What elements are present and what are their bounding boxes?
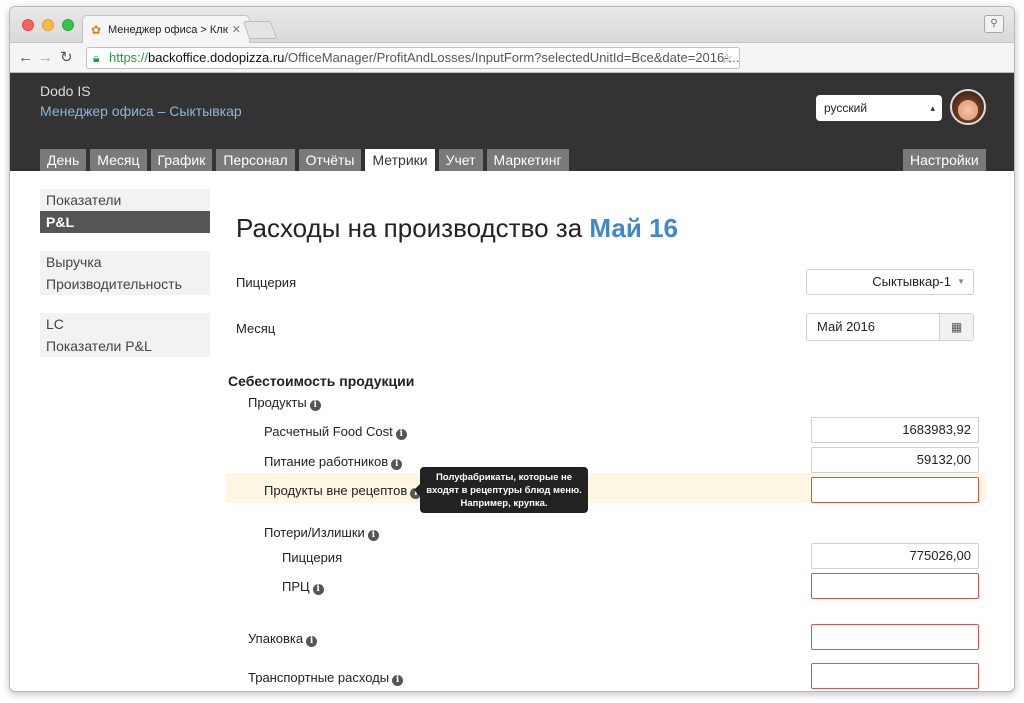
packaging-input[interactable] xyxy=(811,624,979,650)
info-icon[interactable]: i xyxy=(312,584,324,595)
url-scheme: https:// xyxy=(109,50,149,65)
prc-label-text: ПРЦ xyxy=(282,579,310,594)
nav-tab-marketing[interactable]: Маркетинг xyxy=(486,149,569,171)
nav-tab-metrics[interactable]: Метрики xyxy=(365,149,435,173)
minimize-window-button[interactable] xyxy=(42,19,54,31)
nav-tab-reports[interactable]: Отчёты xyxy=(298,149,362,171)
address-toolbar: ← → ↻ 🔒︎ https://backoffice.dodopizza.ru… xyxy=(10,43,1014,73)
nav-tab-schedule[interactable]: График xyxy=(150,149,213,171)
prc-label: ПРЦ i xyxy=(282,579,324,595)
losses-group-label: Потери/Излишки i xyxy=(264,525,379,541)
month-date-input[interactable]: Май 2016 ▦ xyxy=(806,313,974,341)
user-avatar[interactable] xyxy=(950,89,986,125)
products-group-label: Продукты i xyxy=(248,395,321,411)
close-tab-icon[interactable]: ✕ xyxy=(232,23,241,36)
transport-label: Транспортные расходы i xyxy=(248,670,404,686)
losses-label: Потери/Излишки xyxy=(264,525,365,540)
month-label: Месяц xyxy=(236,321,276,336)
bookmark-star-icon[interactable]: ☆ xyxy=(720,48,733,68)
off-recipe-label-text: Продукты вне рецептов xyxy=(264,483,408,498)
forward-arrow-icon[interactable]: → xyxy=(38,49,53,67)
sidebar-group: Показатели P&L xyxy=(40,189,210,233)
nav-tab-day[interactable]: День xyxy=(40,149,87,171)
calendar-icon[interactable]: ▦ xyxy=(939,314,973,340)
transport-label-text: Транспортные расходы xyxy=(248,670,390,685)
sidebar-item-indicators[interactable]: Показатели xyxy=(40,189,210,211)
sidebar-item-lc[interactable]: LC xyxy=(40,313,210,335)
language-select[interactable]: русский ▴ ▾ xyxy=(816,95,942,139)
food-cost-label-text: Расчетный Food Cost xyxy=(264,424,393,439)
staff-meals-input[interactable]: 59132,00 xyxy=(811,447,979,473)
pizzeria-loss-label: Пиццерия xyxy=(282,550,343,565)
page-title: Расходы на производство за Май 16 xyxy=(236,213,678,244)
sidebar-item-pnl[interactable]: P&L xyxy=(40,211,210,233)
nav-tab-staff[interactable]: Персонал xyxy=(216,149,295,171)
page-title-period[interactable]: Май 16 xyxy=(589,213,678,243)
tooltip-line: Полуфабрикаты, которые не xyxy=(435,472,573,483)
section-title: Себестоимость продукции xyxy=(228,373,415,389)
info-icon[interactable]: i xyxy=(391,459,403,470)
products-label: Продукты xyxy=(248,395,307,410)
app-subtitle-link[interactable]: Менеджер офиса – Сыктывкар xyxy=(40,103,242,119)
info-icon[interactable]: i xyxy=(395,429,407,440)
sidebar-group: Выручка Производительность xyxy=(40,251,210,295)
user-profile-icon[interactable]: ⚲ xyxy=(984,15,1004,33)
info-icon[interactable]: i xyxy=(367,530,379,541)
off-recipe-input[interactable] xyxy=(811,477,979,503)
browser-tab-title: Менеджер офиса > Ключе xyxy=(108,23,228,36)
close-window-button[interactable] xyxy=(22,19,34,31)
url-domain: backoffice.dodopizza.ru xyxy=(148,50,285,65)
pizzeria-label: Пиццерия xyxy=(236,275,297,290)
off-recipe-label: Продукты вне рецептовi xyxy=(264,483,422,499)
sidebar-item-productivity[interactable]: Производительность xyxy=(40,273,210,295)
sidebar-group: LC Показатели P&L xyxy=(40,313,210,357)
select-arrows-icon: ▴ ▾ xyxy=(930,103,935,139)
info-tooltip: Полуфабрикаты, которые не входят в рецеп… xyxy=(414,467,588,513)
info-icon[interactable]: i xyxy=(309,400,321,411)
url-bar[interactable]: 🔒︎ https://backoffice.dodopizza.ru/Offic… xyxy=(86,47,740,69)
nav-tab-settings[interactable]: Настройки xyxy=(903,149,986,171)
tooltip-line: Например, крупка. xyxy=(460,498,548,509)
month-date-value: Май 2016 xyxy=(817,319,875,334)
staff-meals-label-text: Питание работников xyxy=(264,454,389,469)
url-path: /OfficeManager/ProfitAndLosses/InputForm… xyxy=(284,50,740,65)
info-icon[interactable]: i xyxy=(306,636,318,647)
info-icon[interactable]: i xyxy=(392,675,404,686)
pizzeria-select[interactable]: Сыктывкар-1 ▼ xyxy=(806,269,974,295)
reload-icon[interactable]: ↻ xyxy=(60,49,73,67)
sidebar: Показатели P&L Выручка Производительност… xyxy=(40,189,210,375)
main-content: Расходы на производство за Май 16 Пиццер… xyxy=(226,171,986,691)
new-tab-button[interactable] xyxy=(242,21,278,39)
tooltip-line: входят в рецептуры блюд меню. xyxy=(426,485,582,496)
staff-meals-label: Питание работников i xyxy=(264,454,403,470)
sidebar-item-revenue[interactable]: Выручка xyxy=(40,251,210,273)
pizzeria-loss-input[interactable]: 775026,00 xyxy=(811,543,979,569)
browser-window: ✿ Менеджер офиса > Ключе ✕ ⚲ ← → ↻ 🔒︎ ht… xyxy=(9,6,1015,692)
nav-tab-accounting[interactable]: Учет xyxy=(438,149,483,171)
packaging-label: Упаковка i xyxy=(248,631,318,647)
main-nav: День Месяц График Персонал Отчёты Метрик… xyxy=(40,149,573,173)
browser-tab-bar: ✿ Менеджер офиса > Ключе ✕ ⚲ xyxy=(10,7,1014,43)
lock-icon: 🔒︎ xyxy=(93,51,100,65)
packaging-label-text: Упаковка xyxy=(248,631,304,646)
nav-tab-month[interactable]: Месяц xyxy=(90,149,147,171)
prc-input[interactable] xyxy=(811,573,979,599)
chevron-down-icon: ▼ xyxy=(957,277,965,286)
sidebar-item-pnl-indicators[interactable]: Показатели P&L xyxy=(40,335,210,357)
language-select-value: русский xyxy=(824,101,868,115)
food-cost-label: Расчетный Food Cost i xyxy=(264,424,407,440)
brand-name: Dodo IS xyxy=(40,83,91,99)
maximize-window-button[interactable] xyxy=(62,19,74,31)
page-title-prefix: Расходы на производство за xyxy=(236,213,583,243)
food-cost-input[interactable]: 1683983,92 xyxy=(811,417,979,443)
app-header: Dodo IS Менеджер офиса – Сыктывкар русск… xyxy=(10,73,1014,173)
browser-tab[interactable]: ✿ Менеджер офиса > Ключе ✕ xyxy=(82,15,250,43)
dodo-favicon-icon: ✿ xyxy=(91,22,102,37)
pizzeria-select-value: Сыктывкар-1 xyxy=(872,274,951,289)
back-arrow-icon[interactable]: ← xyxy=(18,49,33,67)
transport-input[interactable] xyxy=(811,663,979,689)
